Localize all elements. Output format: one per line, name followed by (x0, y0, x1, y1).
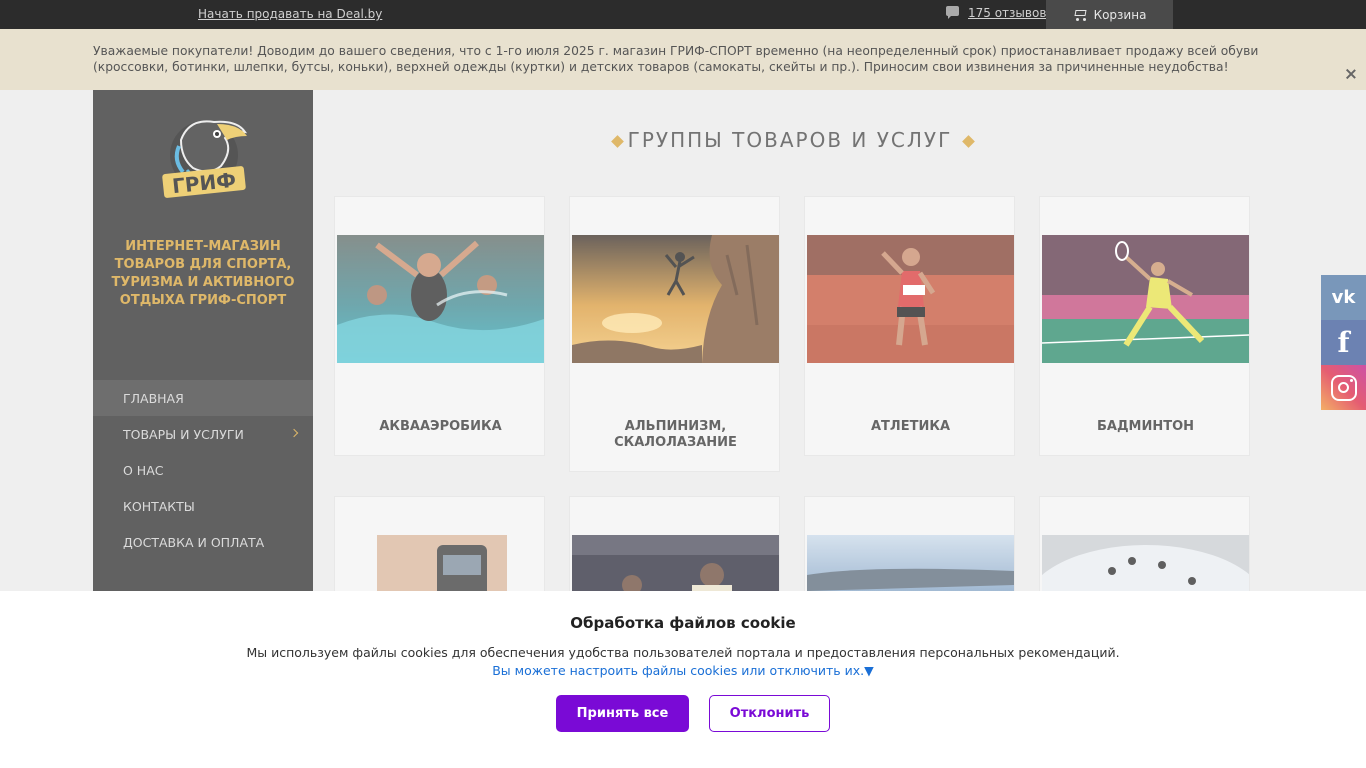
instagram-icon[interactable] (1321, 365, 1366, 410)
shop-title: Интернет-магазин товаров для спорта, тур… (111, 239, 295, 308)
nav-item-delivery[interactable]: ДОСТАВКА И ОПЛАТА (93, 524, 313, 560)
section-title: ГРУППЫ ТОВАРОВ И УСЛУГ (627, 128, 953, 152)
nav-item-about[interactable]: О НАС (93, 452, 313, 488)
nav-item-label: ДОСТАВКА И ОПЛАТА (123, 534, 265, 550)
category-card-athletics[interactable]: АТЛЕТИКА (804, 196, 1015, 456)
reviews-link[interactable]: 175 отзывов (946, 6, 1046, 20)
category-image (337, 235, 544, 363)
sidebar: ГРИФ Интернет-магазин товаров для спорта… (93, 90, 313, 600)
category-label: АТЛЕТИКА (870, 419, 951, 434)
category-image (572, 235, 779, 363)
nav-item-label: КОНТАКТЫ (123, 498, 195, 514)
accept-all-button[interactable]: Принять все (556, 695, 689, 732)
logo[interactable]: ГРИФ (159, 110, 249, 205)
nav-item-products[interactable]: ТОВАРЫ И УСЛУГИ (93, 416, 313, 452)
category-label: БАДМИНТОН (1096, 419, 1195, 434)
nav-item-label: ТОВАРЫ И УСЛУГИ (123, 426, 244, 442)
cart-label: Корзина (1093, 7, 1147, 22)
category-label: АКВААЭРОБИКА (379, 419, 502, 434)
cookie-banner: Обработка файлов cookie Мы используем фа… (0, 591, 1366, 768)
top-bar: Начать продавать на Deal.by 175 отзывов … (0, 0, 1366, 29)
cookie-description: Мы используем файлы cookies для обеспече… (246, 645, 1120, 660)
reviews-count[interactable]: 175 отзывов (968, 6, 1046, 20)
vk-icon[interactable]: vk (1321, 275, 1366, 320)
nav-item-label: О НАС (123, 462, 164, 478)
facebook-icon[interactable]: f (1321, 320, 1366, 365)
category-card-aquaaerobics[interactable]: АКВААЭРОБИКА (334, 196, 545, 456)
notice-text: Уважаемые покупатели! Доводим до вашего … (93, 44, 1259, 74)
cart-button[interactable]: Корзина (1046, 0, 1173, 29)
cookie-title: Обработка файлов cookie (570, 614, 796, 632)
decline-button[interactable]: Отклонить (709, 695, 830, 732)
category-card-badminton[interactable]: БАДМИНТОН (1039, 196, 1250, 456)
category-label: АЛЬПИНИЗМ, СКАЛОЛАЗАНИЕ (614, 419, 737, 450)
notice-banner: Уважаемые покупатели! Доводим до вашего … (0, 29, 1366, 90)
chat-icon (946, 6, 960, 20)
chevron-right-icon (289, 428, 299, 438)
nav-item-label: ГЛАВНАЯ (123, 390, 184, 406)
cookie-settings-link[interactable]: Вы можете настроить файлы cookies или от… (0, 663, 1366, 678)
sidebar-nav: ГЛАВНАЯ ТОВАРЫ И УСЛУГИ О НАС КОНТАКТЫ Д… (93, 380, 313, 560)
category-card-climbing[interactable]: АЛЬПИНИЗМ, СКАЛОЛАЗАНИЕ (569, 196, 780, 472)
cart-icon (1073, 8, 1088, 21)
category-image (1042, 235, 1249, 363)
category-image (807, 235, 1014, 363)
nav-item-contacts[interactable]: КОНТАКТЫ (93, 488, 313, 524)
start-selling-link[interactable]: Начать продавать на Deal.by (198, 7, 382, 21)
close-icon[interactable] (1345, 68, 1357, 80)
nav-item-home[interactable]: ГЛАВНАЯ (93, 380, 313, 416)
